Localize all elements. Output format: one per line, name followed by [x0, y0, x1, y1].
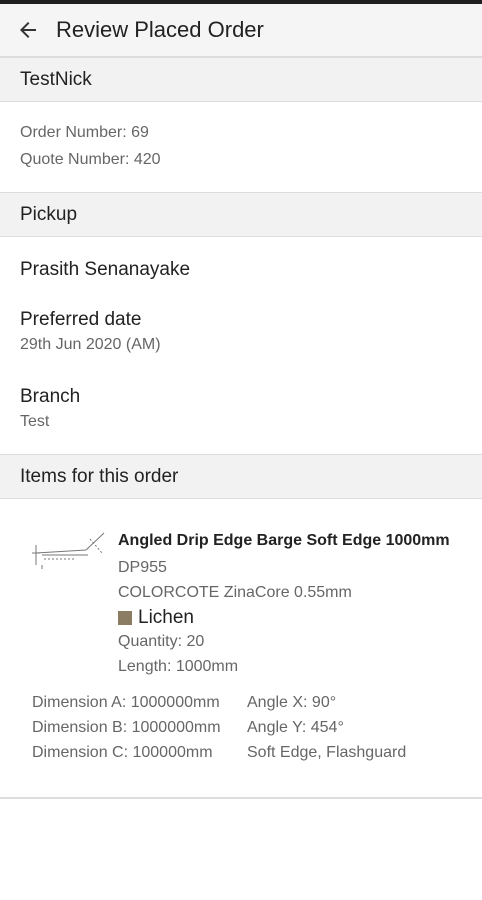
- order-number: Order Number: 69: [20, 124, 149, 141]
- branch-value: Test: [20, 413, 50, 430]
- items-section-header: Items for this order: [0, 454, 482, 499]
- preferred-date-value: 29th Jun 2020 (AM): [20, 336, 161, 353]
- colour-swatch: [118, 611, 132, 625]
- colour-name: Lichen: [138, 607, 194, 628]
- divider: [0, 797, 482, 799]
- item-quantity: Quantity: 20: [118, 633, 205, 650]
- preferred-date-label: Preferred date: [20, 309, 142, 330]
- arrow-back-icon: [20, 22, 36, 38]
- angle-y: Angle Y: 454°: [247, 719, 344, 736]
- account-section-header: TestNick: [0, 57, 482, 102]
- dimension-a: Dimension A: 1000000mm: [32, 694, 220, 711]
- pickup-section-header: Pickup: [0, 192, 482, 237]
- item-options: Soft Edge, Flashguard: [247, 744, 407, 761]
- item-name: Angled Drip Edge Barge Soft Edge 1000mm: [118, 532, 450, 549]
- contact-name: Prasith Senanayake: [20, 259, 191, 280]
- back-button[interactable]: [0, 4, 56, 57]
- dimension-b: Dimension B: 1000000mm: [32, 719, 221, 736]
- page-title: Review Placed Order: [56, 17, 264, 42]
- flashing-profile-icon: [28, 525, 110, 577]
- angle-x: Angle X: 90°: [247, 694, 337, 711]
- item-length: Length: 1000mm: [118, 658, 239, 675]
- branch-label: Branch: [20, 386, 81, 407]
- dimension-c: Dimension C: 100000mm: [32, 744, 213, 761]
- item-material: COLORCOTE ZinaCore 0.55mm: [118, 584, 352, 601]
- item-code: DP955: [118, 559, 167, 576]
- app-bar: Review Placed Order: [0, 4, 482, 57]
- quote-number: Quote Number: 420: [20, 151, 161, 168]
- item-colour: Lichen: [118, 607, 194, 629]
